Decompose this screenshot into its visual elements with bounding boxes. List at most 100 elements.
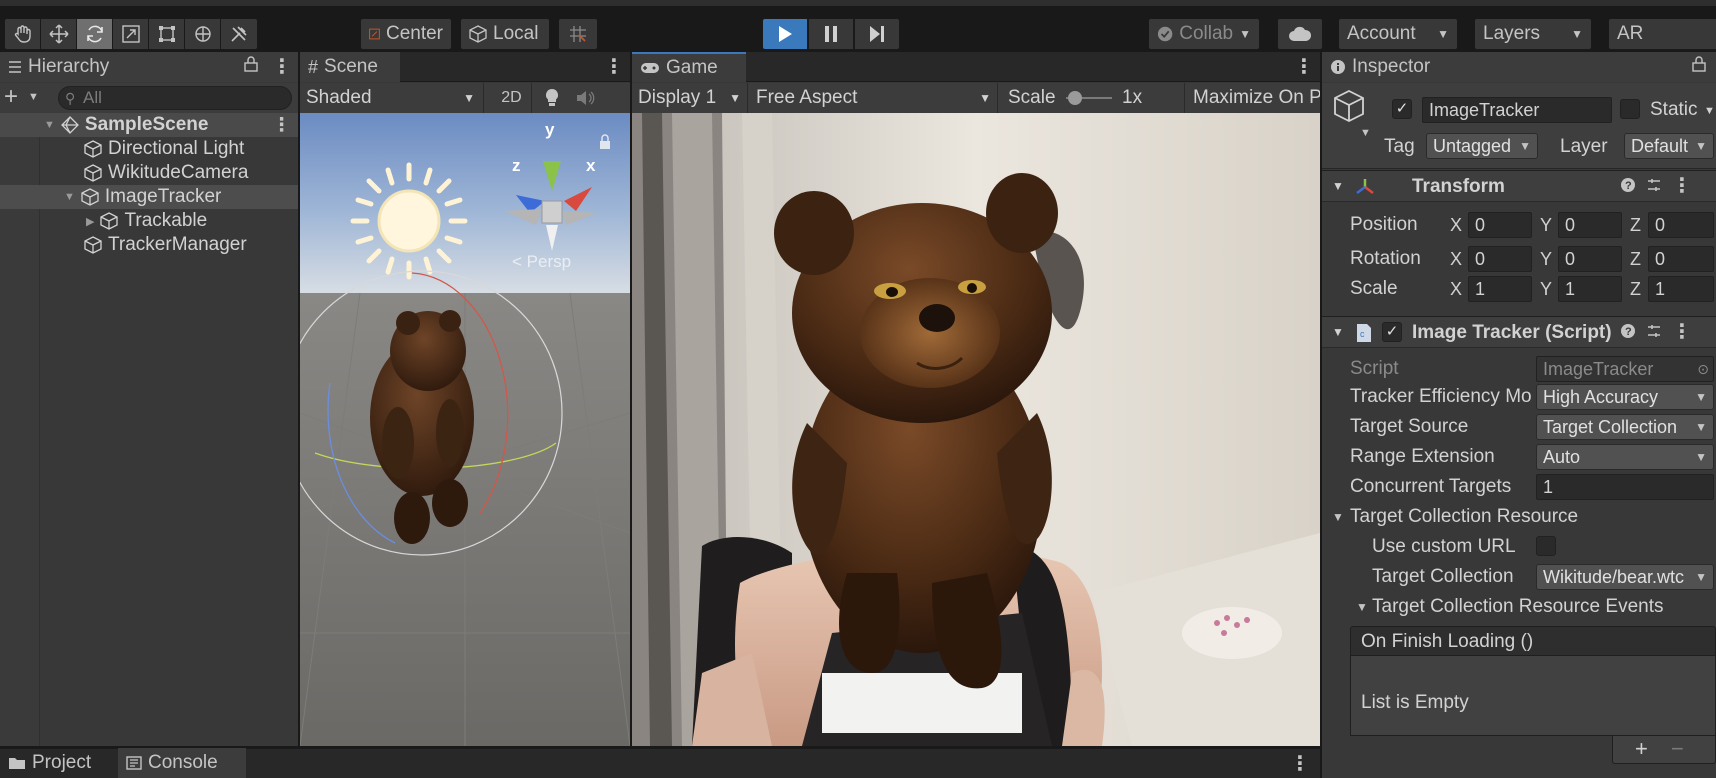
pause-icon (825, 26, 837, 42)
image-tracker-header[interactable]: ▼ c ✓ Image Tracker (Script) ? ⋮ (1322, 316, 1716, 348)
rotation-x-field[interactable]: 0 (1468, 246, 1532, 272)
bottom-menu-icon[interactable]: ⋮ (1290, 751, 1310, 776)
add-object-button[interactable]: + (4, 83, 18, 111)
concurrent-targets-field[interactable]: 1 (1536, 474, 1714, 500)
hierarchy-menu-icon[interactable]: ⋮ (272, 54, 292, 79)
events-foldout-label[interactable]: Target Collection Resource Events (1372, 596, 1663, 618)
tree-item-tracker-manager[interactable]: TrackerManager (0, 233, 298, 257)
game-tab-label: Game (666, 57, 718, 78)
object-picker-icon[interactable]: ⊙ (1697, 357, 1709, 381)
range-extension-dropdown[interactable]: Auto ▼ (1536, 444, 1714, 470)
chevron-down-icon[interactable]: ▼ (28, 91, 39, 103)
transform-header[interactable]: ▼ Transform ? ⋮ (1322, 170, 1716, 202)
tree-item-directional-light[interactable]: Directional Light (0, 137, 298, 161)
tree-item-trackable[interactable]: ▶ Trackable (0, 209, 298, 233)
expand-arrow-icon[interactable]: ▼ (64, 191, 75, 203)
collapse-arrow-icon[interactable]: ▶ (86, 215, 94, 228)
rotation-y-field[interactable]: 0 (1558, 246, 1622, 272)
object-name-field[interactable]: ImageTracker (1422, 97, 1612, 123)
tab-project[interactable]: Project (0, 748, 118, 778)
shading-mode-dropdown[interactable]: Shaded ▼ (300, 83, 484, 113)
display-dropdown[interactable]: Display 1 ▼ (632, 83, 748, 113)
layers-dropdown[interactable]: Layers ▼ (1474, 18, 1592, 50)
tag-dropdown[interactable]: Untagged ▼ (1426, 133, 1538, 159)
target-source-dropdown[interactable]: Target Collection ▼ (1536, 414, 1714, 440)
scene-viewport[interactable]: y x z < Persp (300, 113, 630, 746)
step-button[interactable] (854, 18, 900, 50)
cloud-button[interactable] (1277, 18, 1323, 50)
component-menu-icon[interactable]: ⋮ (1672, 173, 1692, 198)
scale-y-field[interactable]: 1 (1558, 276, 1622, 302)
add-listener-button[interactable]: + (1635, 736, 1648, 762)
account-dropdown[interactable]: Account ▼ (1338, 18, 1458, 50)
foldout-arrow-icon[interactable]: ▼ (1332, 179, 1344, 193)
tab-console[interactable]: Console (118, 748, 246, 778)
layout-dropdown[interactable]: AR (1608, 18, 1716, 50)
scale-x-field[interactable]: 1 (1468, 276, 1532, 302)
pause-button[interactable] (808, 18, 854, 50)
custom-tool-icon[interactable] (221, 19, 257, 49)
game-viewport[interactable] (632, 113, 1320, 746)
game-menu-icon[interactable]: ⋮ (1294, 54, 1314, 79)
aspect-dropdown[interactable]: Free Aspect ▼ (750, 83, 998, 113)
expand-arrow-icon[interactable]: ▼ (44, 119, 55, 131)
component-enabled-checkbox[interactable]: ✓ (1382, 322, 1402, 342)
help-icon[interactable]: ? (1620, 323, 1636, 345)
chevron-down-icon[interactable]: ▼ (1704, 105, 1715, 117)
tab-scene[interactable]: # Scene (300, 52, 400, 82)
rect-tool-icon[interactable] (149, 19, 185, 49)
presets-icon[interactable] (1646, 177, 1662, 199)
foldout-arrow-icon[interactable]: ▼ (1332, 510, 1344, 524)
pivot-center-button[interactable]: Center (360, 18, 452, 50)
foldout-arrow-icon[interactable]: ▼ (1356, 600, 1368, 614)
position-y-field[interactable]: 0 (1558, 212, 1622, 238)
transform-tool-icon[interactable] (185, 19, 221, 49)
target-collection-dropdown[interactable]: Wikitude/bear.wtc ▼ (1536, 564, 1714, 590)
efficiency-dropdown[interactable]: High Accuracy ▼ (1536, 384, 1714, 410)
resource-foldout-label[interactable]: Target Collection Resource (1350, 506, 1578, 528)
pivot-space-button[interactable]: Local (460, 18, 550, 50)
scale-slider-thumb[interactable] (1068, 91, 1082, 105)
help-icon[interactable]: ? (1620, 177, 1636, 199)
collab-dropdown[interactable]: Collab ▼ (1148, 18, 1260, 50)
inspector-lock-icon[interactable] (1692, 56, 1706, 78)
chevron-down-icon[interactable]: ▼ (1360, 127, 1371, 139)
tab-inspector[interactable]: Inspector (1322, 52, 1716, 82)
static-checkbox[interactable] (1620, 99, 1640, 119)
rotation-z-field[interactable]: 0 (1648, 246, 1714, 272)
tab-game[interactable]: Game (632, 52, 746, 82)
scale-tool-icon[interactable] (113, 19, 149, 49)
scene-panel-menu-icon[interactable]: ⋮ (604, 54, 624, 79)
active-checkbox[interactable]: ✓ (1392, 99, 1412, 119)
tree-item-image-tracker[interactable]: ▼ ImageTracker (0, 185, 298, 209)
hierarchy-search-input[interactable]: ⚲ All (58, 86, 292, 110)
pivot-label: Center (385, 23, 443, 44)
component-menu-icon[interactable]: ⋮ (1672, 319, 1692, 344)
lock-icon[interactable] (244, 56, 258, 78)
scale-z-field[interactable]: 1 (1648, 276, 1714, 302)
tree-item-label: WikitudeCamera (108, 162, 249, 183)
remove-listener-button[interactable]: − (1671, 736, 1684, 762)
move-tool-icon[interactable] (41, 19, 77, 49)
svg-text:?: ? (1625, 326, 1632, 338)
position-x-field[interactable]: 0 (1468, 212, 1532, 238)
custom-url-checkbox[interactable] (1536, 536, 1556, 556)
lighting-toggle[interactable] (536, 83, 568, 113)
rotate-tool-icon[interactable] (77, 19, 113, 49)
scene-row[interactable]: ▼ SampleScene ⋮ (0, 113, 298, 137)
hand-tool-icon[interactable] (5, 19, 41, 49)
toggle-2d-button[interactable]: 2D (492, 83, 532, 113)
scene-header: # Scene ⋮ (300, 52, 630, 82)
foldout-arrow-icon[interactable]: ▼ (1332, 325, 1344, 339)
layer-dropdown[interactable]: Default ▼ (1624, 133, 1714, 159)
position-z-field[interactable]: 0 (1648, 212, 1714, 238)
presets-icon[interactable] (1646, 323, 1662, 345)
tree-item-wikitude-camera[interactable]: WikitudeCamera (0, 161, 298, 185)
play-button[interactable] (762, 18, 808, 50)
audio-toggle[interactable] (570, 83, 602, 113)
efficiency-label-wrap: Tracker Efficiency Mo (1350, 386, 1536, 408)
maximize-on-play-toggle[interactable]: Maximize On P (1184, 83, 1320, 113)
snap-grid-button[interactable] (558, 18, 598, 50)
scene-menu-icon[interactable]: ⋮ (272, 114, 291, 137)
script-reference-field[interactable]: ImageTracker ⊙ (1536, 356, 1714, 382)
